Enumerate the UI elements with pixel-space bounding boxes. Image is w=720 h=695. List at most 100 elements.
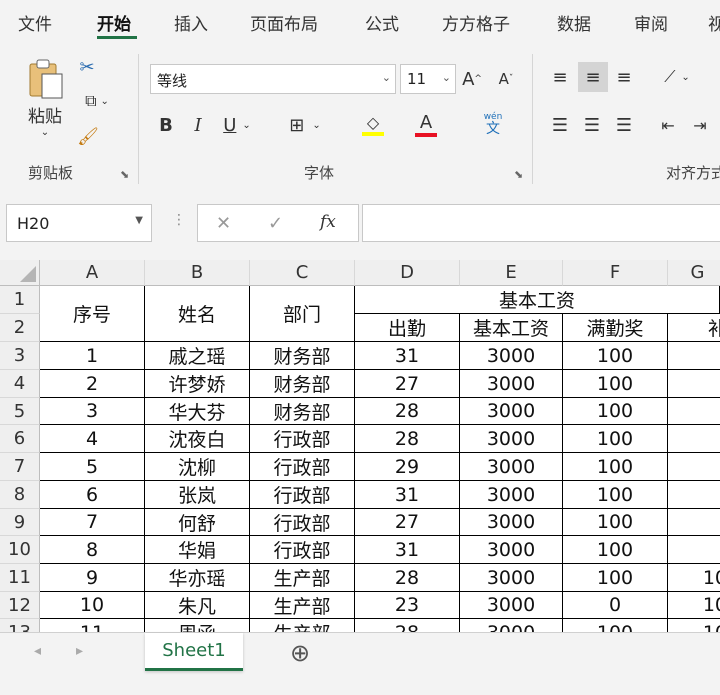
tab-insert[interactable]: 插入: [174, 10, 208, 35]
name-box[interactable]: H20 ▼: [6, 204, 152, 242]
header-base-salary-group[interactable]: 基本工资: [355, 286, 720, 314]
table-cell[interactable]: 财务部: [250, 342, 355, 370]
format-painter-icon[interactable]: 🖌: [76, 124, 100, 150]
align-middle-icon[interactable]: ≡: [578, 62, 608, 92]
row-header[interactable]: 8: [0, 481, 40, 509]
paste-button[interactable]: 粘贴 ⌄: [20, 54, 70, 142]
column-header[interactable]: A: [40, 260, 145, 286]
table-cell[interactable]: 28: [355, 564, 460, 592]
table-cell[interactable]: 28: [355, 619, 460, 632]
table-cell[interactable]: 23: [355, 592, 460, 619]
table-cell[interactable]: 3000: [460, 370, 563, 398]
cancel-icon[interactable]: ✕: [216, 213, 231, 234]
table-cell[interactable]: [668, 536, 720, 564]
table-cell[interactable]: 3000: [460, 342, 563, 370]
align-bottom-icon[interactable]: ≡: [610, 62, 638, 92]
tab-file[interactable]: 文件: [18, 10, 52, 35]
table-cell[interactable]: 100: [563, 342, 668, 370]
align-top-icon[interactable]: ≡: [546, 62, 574, 92]
cut-icon[interactable]: ✂: [76, 54, 98, 80]
table-cell[interactable]: 11: [40, 619, 145, 632]
scroll-right-icon[interactable]: ▸: [76, 643, 83, 659]
table-cell[interactable]: 100: [563, 398, 668, 425]
column-header[interactable]: E: [460, 260, 563, 286]
table-cell[interactable]: 戚之瑶: [145, 342, 250, 370]
table-cell[interactable]: 行政部: [250, 536, 355, 564]
table-cell[interactable]: 28: [355, 398, 460, 425]
column-header[interactable]: G: [668, 260, 720, 286]
table-cell[interactable]: 沈夜白: [145, 425, 250, 453]
table-cell[interactable]: 31: [355, 536, 460, 564]
header-full-attendance-bonus[interactable]: 满勤奖: [563, 314, 668, 342]
grow-font-button[interactable]: A ^: [460, 64, 484, 94]
table-cell[interactable]: 100: [563, 536, 668, 564]
row-header[interactable]: 3: [0, 342, 40, 370]
tab-fangfang[interactable]: 方方格子: [442, 10, 510, 35]
row-header[interactable]: 1: [0, 286, 40, 314]
borders-button[interactable]: ⊞ ⌄: [282, 112, 328, 138]
table-cell[interactable]: 朱凡: [145, 592, 250, 619]
table-cell[interactable]: [668, 342, 720, 370]
table-cell[interactable]: 2: [40, 370, 145, 398]
table-cell[interactable]: 3000: [460, 509, 563, 536]
row-header[interactable]: 13: [0, 619, 40, 632]
table-cell[interactable]: 100: [563, 619, 668, 632]
table-cell[interactable]: [668, 481, 720, 509]
table-cell[interactable]: 3000: [460, 619, 563, 632]
table-cell[interactable]: 100: [563, 370, 668, 398]
column-header[interactable]: C: [250, 260, 355, 286]
tab-page-layout[interactable]: 页面布局: [250, 10, 318, 35]
table-cell[interactable]: 行政部: [250, 481, 355, 509]
table-cell[interactable]: 3000: [460, 564, 563, 592]
header-name[interactable]: 姓名: [145, 286, 250, 342]
table-cell[interactable]: 10: [40, 592, 145, 619]
table-cell[interactable]: 行政部: [250, 509, 355, 536]
formula-input[interactable]: [362, 204, 720, 242]
table-cell[interactable]: 华亦瑶: [145, 564, 250, 592]
scroll-left-icon[interactable]: ◂: [34, 643, 41, 659]
italic-button[interactable]: I: [188, 112, 208, 138]
table-cell[interactable]: 行政部: [250, 425, 355, 453]
tab-formulas[interactable]: 公式: [365, 10, 399, 35]
table-cell[interactable]: 100: [563, 481, 668, 509]
table-cell[interactable]: 27: [355, 509, 460, 536]
font-size-select[interactable]: 11 ⌄: [400, 64, 456, 94]
table-cell[interactable]: 沈柳: [145, 453, 250, 481]
add-sheet-icon[interactable]: ⊕: [290, 639, 310, 667]
table-cell[interactable]: 4: [40, 425, 145, 453]
orientation-button[interactable]: ⟋ ⌄: [654, 62, 700, 92]
table-cell[interactable]: [668, 370, 720, 398]
table-cell[interactable]: 3: [40, 398, 145, 425]
table-cell[interactable]: 8: [40, 536, 145, 564]
table-cell[interactable]: 31: [355, 481, 460, 509]
align-center-icon[interactable]: ☰: [578, 110, 606, 140]
row-header[interactable]: 7: [0, 453, 40, 481]
header-attendance[interactable]: 出勤: [355, 314, 460, 342]
row-header[interactable]: 10: [0, 536, 40, 564]
sheet-tab-sheet1[interactable]: Sheet1: [145, 633, 243, 671]
table-cell[interactable]: 0: [563, 592, 668, 619]
table-cell[interactable]: 6: [40, 481, 145, 509]
table-cell[interactable]: 29: [355, 453, 460, 481]
header-dept[interactable]: 部门: [250, 286, 355, 342]
copy-button[interactable]: ⧉ ⌄: [74, 88, 120, 114]
table-cell[interactable]: 3000: [460, 425, 563, 453]
row-header[interactable]: 4: [0, 370, 40, 398]
header-allowance[interactable]: 补: [668, 314, 720, 342]
table-cell[interactable]: 28: [355, 425, 460, 453]
dialog-launcher-icon[interactable]: ⬊: [514, 168, 523, 181]
align-right-icon[interactable]: ☰: [610, 110, 638, 140]
table-cell[interactable]: 张岚: [145, 481, 250, 509]
table-cell[interactable]: 周函: [145, 619, 250, 632]
font-color-button[interactable]: A: [403, 108, 449, 140]
tab-home[interactable]: 开始: [97, 10, 131, 35]
enter-icon[interactable]: ✓: [268, 213, 283, 234]
column-header[interactable]: F: [563, 260, 668, 286]
table-cell[interactable]: [668, 509, 720, 536]
underline-button[interactable]: U ⌄: [218, 112, 256, 138]
row-header[interactable]: 9: [0, 509, 40, 536]
table-cell[interactable]: 3000: [460, 536, 563, 564]
table-cell[interactable]: 3000: [460, 398, 563, 425]
table-cell[interactable]: 3000: [460, 592, 563, 619]
select-all-button[interactable]: [0, 260, 40, 286]
